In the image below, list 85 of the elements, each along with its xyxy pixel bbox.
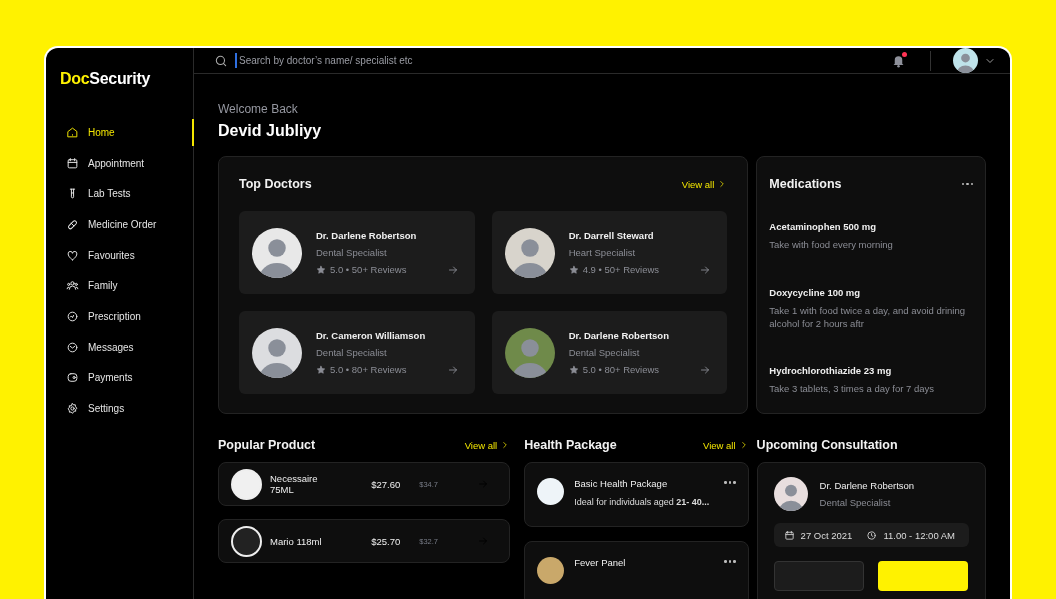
package-description: Ideal for individuals aged 21- 40... bbox=[574, 497, 711, 507]
view-all-link[interactable]: View all bbox=[703, 439, 749, 451]
doctor-photo bbox=[252, 227, 302, 278]
sidebar-item[interactable]: Home bbox=[46, 117, 193, 148]
medication-name: Doxycycline 100 mg bbox=[769, 286, 862, 298]
doctor-name: Dr. Darlene Robertson bbox=[568, 329, 670, 341]
doctor-specialty: Dental Specialist bbox=[316, 346, 388, 358]
doctor-rating: 5.0 • 50+ Reviews bbox=[330, 264, 407, 275]
doctor-specialty: Heart Specialist bbox=[568, 246, 637, 258]
clock-icon bbox=[866, 529, 878, 541]
heart-icon bbox=[66, 248, 79, 262]
doctor-rating: 5.0 • 80+ Reviews bbox=[582, 364, 660, 375]
arrow-right-icon[interactable] bbox=[446, 363, 459, 376]
view-all-link[interactable]: View all bbox=[681, 178, 728, 190]
settings-icon bbox=[66, 402, 79, 416]
wallet-icon bbox=[66, 371, 79, 385]
doctor-card[interactable]: Dr. Darrell Steward Heart Specialist 4.9 • 50+ Reviews bbox=[491, 211, 728, 294]
greeting-text: Welcome Back bbox=[218, 102, 299, 116]
star-icon bbox=[316, 264, 326, 275]
product-name: Mario 118ml bbox=[270, 535, 323, 547]
star-icon bbox=[568, 264, 579, 275]
user-avatar bbox=[953, 48, 978, 73]
doctor-photo bbox=[252, 327, 302, 378]
doctor-name: Dr. Cameron Williamson bbox=[316, 329, 427, 341]
doctor-card[interactable]: Dr. Darlene Robertson Dental Specialist 5.0 • 80+ Reviews bbox=[491, 311, 728, 394]
package-photo bbox=[537, 557, 565, 584]
doctor-specialty: Dental Specialist bbox=[568, 346, 641, 358]
search-icon bbox=[214, 53, 228, 68]
doctor-rating: 4.9 • 50+ Reviews bbox=[582, 264, 660, 275]
sidebar-item[interactable]: Payments bbox=[46, 362, 193, 394]
product-name: Necessaire 75ML bbox=[270, 473, 319, 495]
people-icon bbox=[66, 279, 79, 293]
product-price: $27.60 bbox=[371, 478, 402, 490]
doctor-name: Dr. Darlene Robertson bbox=[819, 480, 916, 491]
sidebar-item[interactable]: Family bbox=[46, 270, 193, 302]
star-icon bbox=[316, 364, 326, 375]
medication-name: Acetaminophen 500 mg bbox=[769, 221, 877, 232]
section-title: Health Package bbox=[524, 438, 617, 452]
view-all-link[interactable]: View all bbox=[464, 439, 511, 451]
sidebar-item[interactable]: Favourites bbox=[46, 239, 193, 271]
arrow-right-icon[interactable] bbox=[699, 263, 712, 276]
notification-bell-icon[interactable] bbox=[891, 53, 906, 68]
medication-instructions: Take with food every morning bbox=[769, 239, 894, 252]
sidebar-item[interactable]: Lab Tests bbox=[46, 178, 193, 210]
arrow-right-icon[interactable] bbox=[446, 263, 459, 276]
sidebar-item[interactable]: Medicine Order bbox=[46, 209, 193, 240]
star-icon bbox=[568, 364, 579, 375]
package-card[interactable]: Basic Health Package Ideal for individuals aged 21- 40... bbox=[524, 462, 749, 527]
doctor-name: Dr. Darlene Robertson bbox=[316, 229, 418, 241]
product-photo bbox=[231, 525, 262, 557]
doctor-name: Dr. Darrell Steward bbox=[568, 229, 655, 241]
product-photo bbox=[231, 468, 262, 500]
brand-logo: DocSecurity bbox=[59, 69, 152, 89]
calendar-icon bbox=[783, 529, 795, 541]
section-title: Top Doctors bbox=[239, 177, 312, 191]
sidebar-item[interactable]: Appointment bbox=[46, 147, 193, 179]
doctor-rating: 5.0 • 80+ Reviews bbox=[330, 364, 407, 375]
pill-icon bbox=[66, 217, 79, 231]
package-name: Basic Health Package bbox=[574, 478, 669, 489]
arrow-right-icon[interactable] bbox=[699, 363, 712, 376]
doctor-card[interactable]: Dr. Cameron Williamson Dental Specialist 5.0 • 80+ Reviews bbox=[239, 311, 475, 394]
user-name: Devid Jubliyy bbox=[218, 122, 323, 140]
sidebar-item[interactable]: Prescription bbox=[46, 301, 193, 332]
appointment-time: 11.00 - 12:00 AM bbox=[883, 529, 956, 541]
sidebar-item[interactable]: Settings bbox=[46, 393, 193, 424]
doctor-card[interactable]: Dr. Darlene Robertson Dental Specialist 5.0 • 50+ Reviews bbox=[239, 211, 475, 294]
section-title: Upcoming Consultation bbox=[756, 438, 898, 452]
section-title: Popular Product bbox=[218, 438, 316, 452]
calendar-icon bbox=[66, 156, 79, 170]
medication-instructions: Take 1 with food twice a day, and avoid drining alcohol for 2 hours aftr bbox=[769, 304, 967, 331]
medication-name: Hydrochlorothiazide 23 mg bbox=[769, 365, 893, 377]
medication-instructions: Take 3 tablets, 3 times a day for 7 days bbox=[769, 383, 936, 397]
home-icon bbox=[66, 125, 79, 139]
section-title: Medications bbox=[769, 177, 842, 191]
package-photo bbox=[537, 478, 565, 505]
package-card[interactable]: Fever Panel bbox=[524, 541, 749, 599]
search-field[interactable]: Search by doctor’s name/ specialist etc bbox=[235, 53, 501, 68]
appointment-date: 27 Oct 2021 bbox=[800, 529, 853, 541]
sidebar-item[interactable]: Messages bbox=[46, 331, 193, 363]
doctor-specialty: Dental Specialist bbox=[316, 246, 388, 258]
doctor-photo bbox=[773, 477, 808, 511]
doctor-specialty: Dental Specialist bbox=[819, 497, 892, 508]
secondary-button[interactable] bbox=[773, 561, 864, 591]
product-price: $25.70 bbox=[371, 535, 402, 547]
package-name: Fever Panel bbox=[574, 557, 627, 568]
